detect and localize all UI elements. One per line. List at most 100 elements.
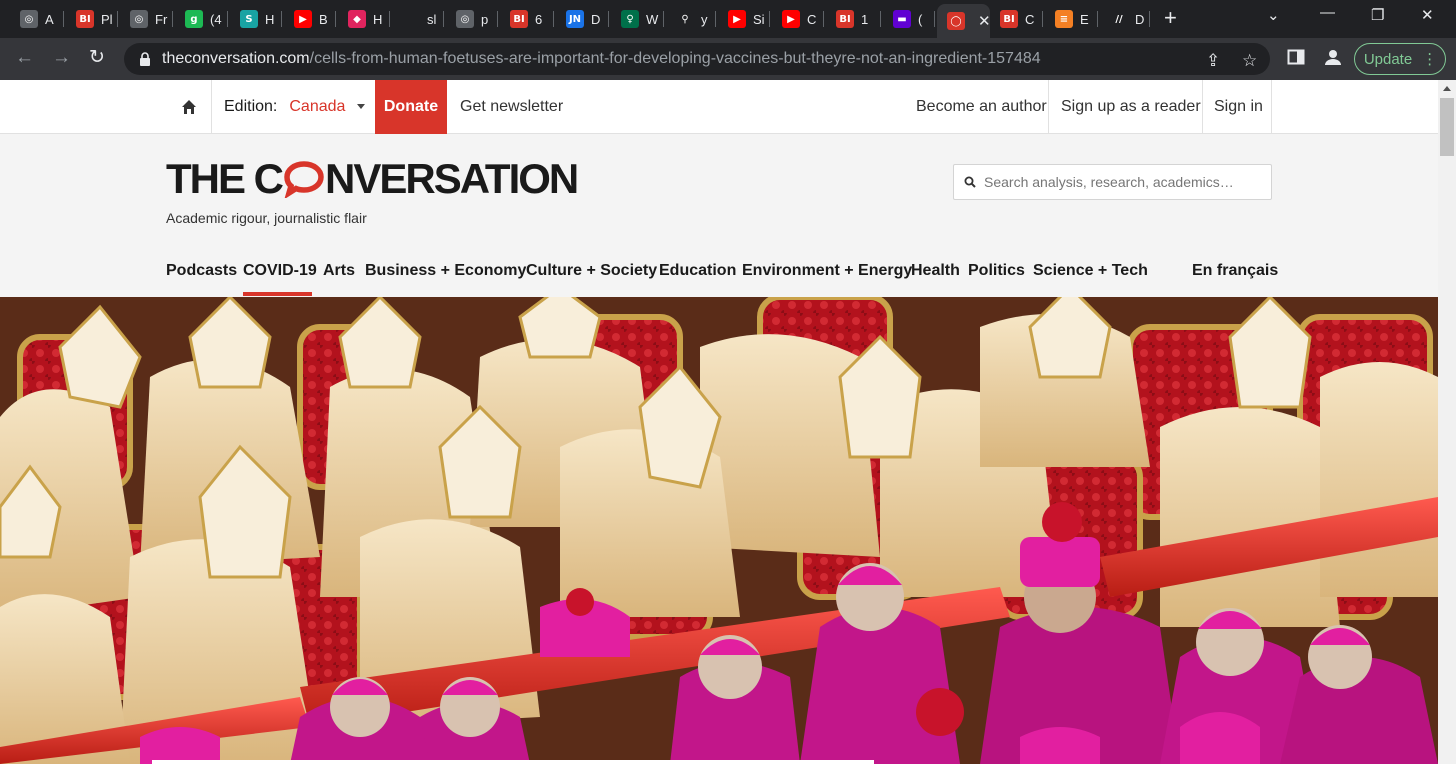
tab-title: p	[481, 11, 489, 27]
browser-tab[interactable]: g (4	[175, 5, 228, 33]
tab-title: W	[646, 11, 659, 27]
tab-separator	[553, 11, 554, 27]
tab-separator	[281, 11, 282, 27]
scroll-up-arrow-icon[interactable]	[1443, 86, 1451, 91]
browser-tab[interactable]: ◎ Fr	[120, 5, 173, 33]
restore-button[interactable]: ❐	[1371, 6, 1384, 24]
become-author-link[interactable]: Become an author	[916, 80, 1047, 134]
edition-selector[interactable]: Edition: Canada	[224, 98, 366, 116]
nav-health[interactable]: Health	[911, 262, 960, 280]
browser-tab[interactable]: BI Pl	[66, 5, 118, 33]
browser-tab[interactable]: ◎ A	[10, 5, 64, 33]
yahoo-icon: ▬	[893, 10, 911, 28]
tab-separator	[227, 11, 228, 27]
back-arrow-icon[interactable]: ←	[15, 47, 34, 69]
donate-button[interactable]: Donate	[375, 80, 447, 134]
bookmark-star-icon[interactable]: ☆	[1242, 51, 1257, 71]
sign-up-link[interactable]: Sign up as a reader	[1061, 80, 1201, 134]
starbucks-icon: ♀	[621, 10, 639, 28]
nav-covid-19[interactable]: COVID-19	[243, 262, 317, 280]
tab-title: H	[265, 11, 275, 27]
nav-podcasts[interactable]: Podcasts	[166, 262, 237, 280]
become-author-label: Become an author	[916, 98, 1047, 115]
nav-arts[interactable]: Arts	[323, 262, 355, 280]
tab-title: (	[918, 11, 923, 27]
globe-icon: ◎	[130, 10, 148, 28]
browser-tab[interactable]: ▶ C	[772, 5, 824, 33]
address-bar[interactable]: theconversation.com/cells-from-human-foe…	[124, 43, 1270, 75]
browser-tab[interactable]: ▶ Si	[718, 5, 770, 33]
conversation-icon: ◯	[947, 12, 965, 30]
search-box[interactable]	[953, 164, 1272, 200]
home-button[interactable]	[166, 80, 212, 134]
reload-icon[interactable]: ↻	[89, 47, 105, 69]
browser-tab[interactable]: ◆ H	[338, 5, 390, 33]
tab-separator	[934, 11, 935, 27]
browser-tab[interactable]: ◎ p	[446, 5, 498, 33]
browser-tab[interactable]: JN D	[556, 5, 609, 33]
sign-up-label: Sign up as a reader	[1061, 98, 1201, 115]
site-logo[interactable]: THE C NVERSATION	[166, 155, 579, 202]
sign-in-link[interactable]: Sign in	[1214, 80, 1263, 134]
bi-logo-icon: BI	[836, 10, 854, 28]
close-window-button[interactable]: ✕	[1421, 6, 1434, 24]
browser-tab[interactable]: // D	[1100, 5, 1150, 33]
share-icon[interactable]: ⇪	[1206, 51, 1220, 71]
browser-tab-active[interactable]: ◯ ✕	[937, 4, 990, 38]
browser-toolbar: ← → ↻ theconversation.com/cells-from-hum…	[0, 38, 1456, 80]
profile-icon[interactable]	[1324, 48, 1342, 71]
browser-tab[interactable]: ▶ B	[284, 5, 336, 33]
site-tagline: Academic rigour, journalistic flair	[166, 210, 367, 226]
tab-title: 1	[861, 11, 869, 27]
blank-icon	[402, 10, 420, 28]
browser-tab[interactable]: ≡ E	[1045, 5, 1098, 33]
browser-tab[interactable]: BI 1	[826, 5, 881, 33]
hero-image	[0, 297, 1438, 764]
side-panel-icon[interactable]	[1287, 48, 1305, 71]
donate-label: Donate	[383, 98, 439, 115]
nav-education[interactable]: Education	[659, 262, 736, 280]
tab-title: A	[45, 11, 54, 27]
tab-title: D	[1135, 11, 1145, 27]
tab-title: C	[807, 11, 817, 27]
browser-tab[interactable]: BI 6	[500, 5, 554, 33]
page-scrollbar[interactable]	[1438, 80, 1456, 764]
tab-title: C	[1025, 11, 1035, 27]
edition-label: Edition:	[224, 98, 278, 115]
french-edition-link[interactable]: En français	[1192, 262, 1278, 280]
tab-title: sl	[427, 11, 437, 27]
tab-separator	[1042, 11, 1043, 27]
forward-arrow-icon[interactable]: →	[52, 47, 71, 69]
browser-tab[interactable]: ⚲ y	[666, 5, 716, 33]
tab-separator	[823, 11, 824, 27]
minimize-button[interactable]: —	[1320, 4, 1335, 21]
newsletter-link[interactable]: Get newsletter	[460, 98, 563, 116]
nav-business-economy[interactable]: Business + Economy	[365, 262, 526, 280]
tab-search-chevron-icon[interactable]: ⌄	[1267, 6, 1280, 24]
browser-tab[interactable]: ♀ W	[611, 5, 664, 33]
tab-separator	[172, 11, 173, 27]
tab-separator	[715, 11, 716, 27]
browser-tab[interactable]: BI C	[990, 5, 1043, 33]
nav-environment-energy[interactable]: Environment + Energy	[742, 262, 912, 280]
logo-text-left: THE C	[166, 155, 284, 202]
scrollbar-thumb[interactable]	[1440, 98, 1454, 156]
divider	[1271, 80, 1272, 134]
nav-culture-society[interactable]: Culture + Society	[526, 262, 657, 280]
search-input[interactable]	[984, 174, 1264, 190]
nav-politics[interactable]: Politics	[968, 262, 1025, 280]
browser-tab[interactable]: ▬(	[883, 5, 935, 33]
search-icon	[964, 176, 976, 188]
g-logo-icon: g	[185, 10, 203, 28]
update-button[interactable]: Update ⋮	[1354, 43, 1446, 75]
tab-separator	[63, 11, 64, 27]
bi-logo-icon: BI	[76, 10, 94, 28]
podcast-icon: ◆	[348, 10, 366, 28]
browser-tab[interactable]: sl	[392, 5, 444, 33]
nav-science-tech[interactable]: Science + Tech	[1033, 262, 1148, 280]
tab-title: B	[319, 11, 328, 27]
youtube-icon: ▶	[294, 10, 312, 28]
close-tab-icon[interactable]: ✕	[978, 12, 990, 30]
browser-tab[interactable]: SH	[230, 5, 282, 33]
new-tab-button[interactable]: +	[1164, 7, 1177, 29]
